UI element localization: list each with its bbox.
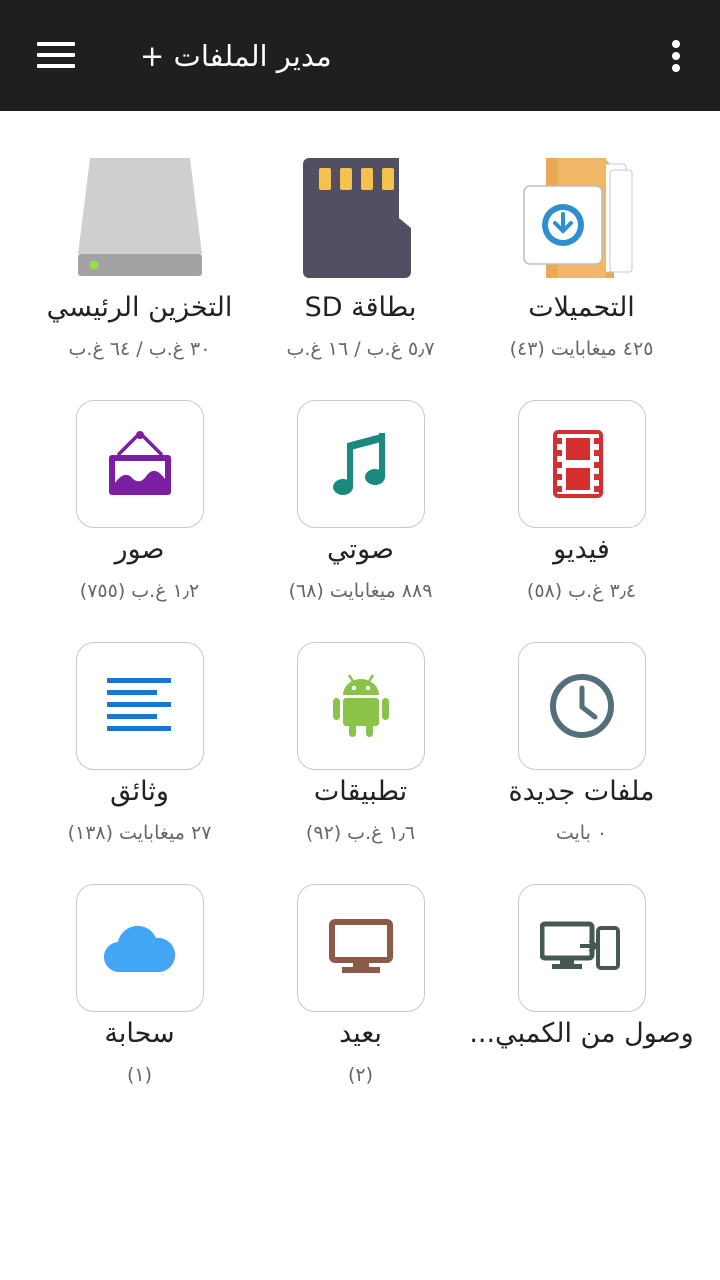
tile-audio[interactable]: صوتي ٨٨٩ ميغابايت (٦٨): [250, 392, 471, 634]
clock-icon: [517, 642, 646, 770]
hard-drive-icon: [76, 150, 204, 278]
tile-sub: ٥٫٧ غ.ب / ١٦ غ.ب: [286, 338, 435, 360]
tile-sub: ٣٫٤ غ.ب (٥٨): [526, 580, 637, 602]
monitor-icon: [296, 884, 425, 1012]
downloads-folder-icon: [518, 150, 646, 278]
tile-label: بطاقة SD: [304, 292, 417, 323]
tile-label: صوتي: [327, 534, 394, 565]
tile-sub: ١٫٦ غ.ب (٩٢): [305, 822, 416, 844]
tile-sub: ١٫٢ غ.ب (٧٥٥): [79, 580, 200, 602]
document-lines-icon: [75, 642, 204, 770]
tile-cloud[interactable]: سحابة (١): [29, 876, 250, 1118]
tile-label: التخزين الرئيسي: [46, 292, 233, 323]
tile-apps[interactable]: تطبيقات ١٫٦ غ.ب (٩٢): [250, 634, 471, 876]
tile-remote[interactable]: بعيد (٢): [250, 876, 471, 1118]
tile-sub: (٢): [347, 1064, 374, 1086]
pc-to-phone-icon: [517, 884, 646, 1012]
cloud-icon: [75, 884, 204, 1012]
tile-sub: (١): [126, 1064, 153, 1086]
tile-main-storage[interactable]: التخزين الرئيسي ٣٠ غ.ب / ٦٤ غ.ب: [29, 150, 250, 392]
tile-sd-card[interactable]: بطاقة SD ٥٫٧ غ.ب / ١٦ غ.ب: [250, 150, 471, 392]
tile-label: التحميلات: [528, 292, 635, 323]
tile-new-files[interactable]: ملفات جديدة ٠ بايت: [471, 634, 692, 876]
tile-sub: ٨٨٩ ميغابايت (٦٨): [288, 580, 433, 602]
app-bar: مدير الملفات +: [0, 0, 720, 111]
tile-downloads[interactable]: التحميلات ٤٢٥ ميغابايت (٤٣): [471, 150, 692, 392]
tile-pc-access[interactable]: وصول من الكمبي...: [469, 876, 694, 1118]
tile-sub: ٠ بايت: [555, 822, 608, 844]
tile-documents[interactable]: وثائق ٢٧ ميغابايت (١٣٨): [29, 634, 250, 876]
tile-video[interactable]: فيديو ٣٫٤ غ.ب (٥٨): [471, 392, 692, 634]
overflow-menu-icon[interactable]: [660, 34, 692, 78]
tile-label: سحابة: [104, 1018, 175, 1049]
tile-label: تطبيقات: [313, 776, 408, 807]
tile-sub: ٣٠ غ.ب / ٦٤ غ.ب: [68, 338, 211, 360]
tile-label: فيديو: [553, 534, 610, 565]
tile-sub: ٢٧ ميغابايت (١٣٨): [67, 822, 212, 844]
tile-label: وثائق: [110, 776, 169, 807]
category-grid: التحميلات ٤٢٥ ميغابايت (٤٣) بطاقة SD ٥٫٧…: [28, 150, 694, 1118]
tile-label: بعيد: [339, 1018, 382, 1049]
tile-label: صور: [114, 534, 165, 565]
tile-pictures[interactable]: صور ١٫٢ غ.ب (٧٥٥): [29, 392, 250, 634]
app-title: مدير الملفات +: [140, 39, 332, 73]
picture-frame-icon: [75, 400, 204, 528]
android-icon: [296, 642, 425, 770]
tile-sub: ٤٢٥ ميغابايت (٤٣): [509, 338, 654, 360]
tile-label: وصول من الكمبي...: [469, 1018, 694, 1049]
hamburger-menu-icon[interactable]: [30, 34, 82, 78]
sd-card-icon: [297, 150, 425, 278]
tile-label: ملفات جديدة: [508, 776, 655, 807]
music-note-icon: [296, 400, 425, 528]
film-icon: [517, 400, 646, 528]
